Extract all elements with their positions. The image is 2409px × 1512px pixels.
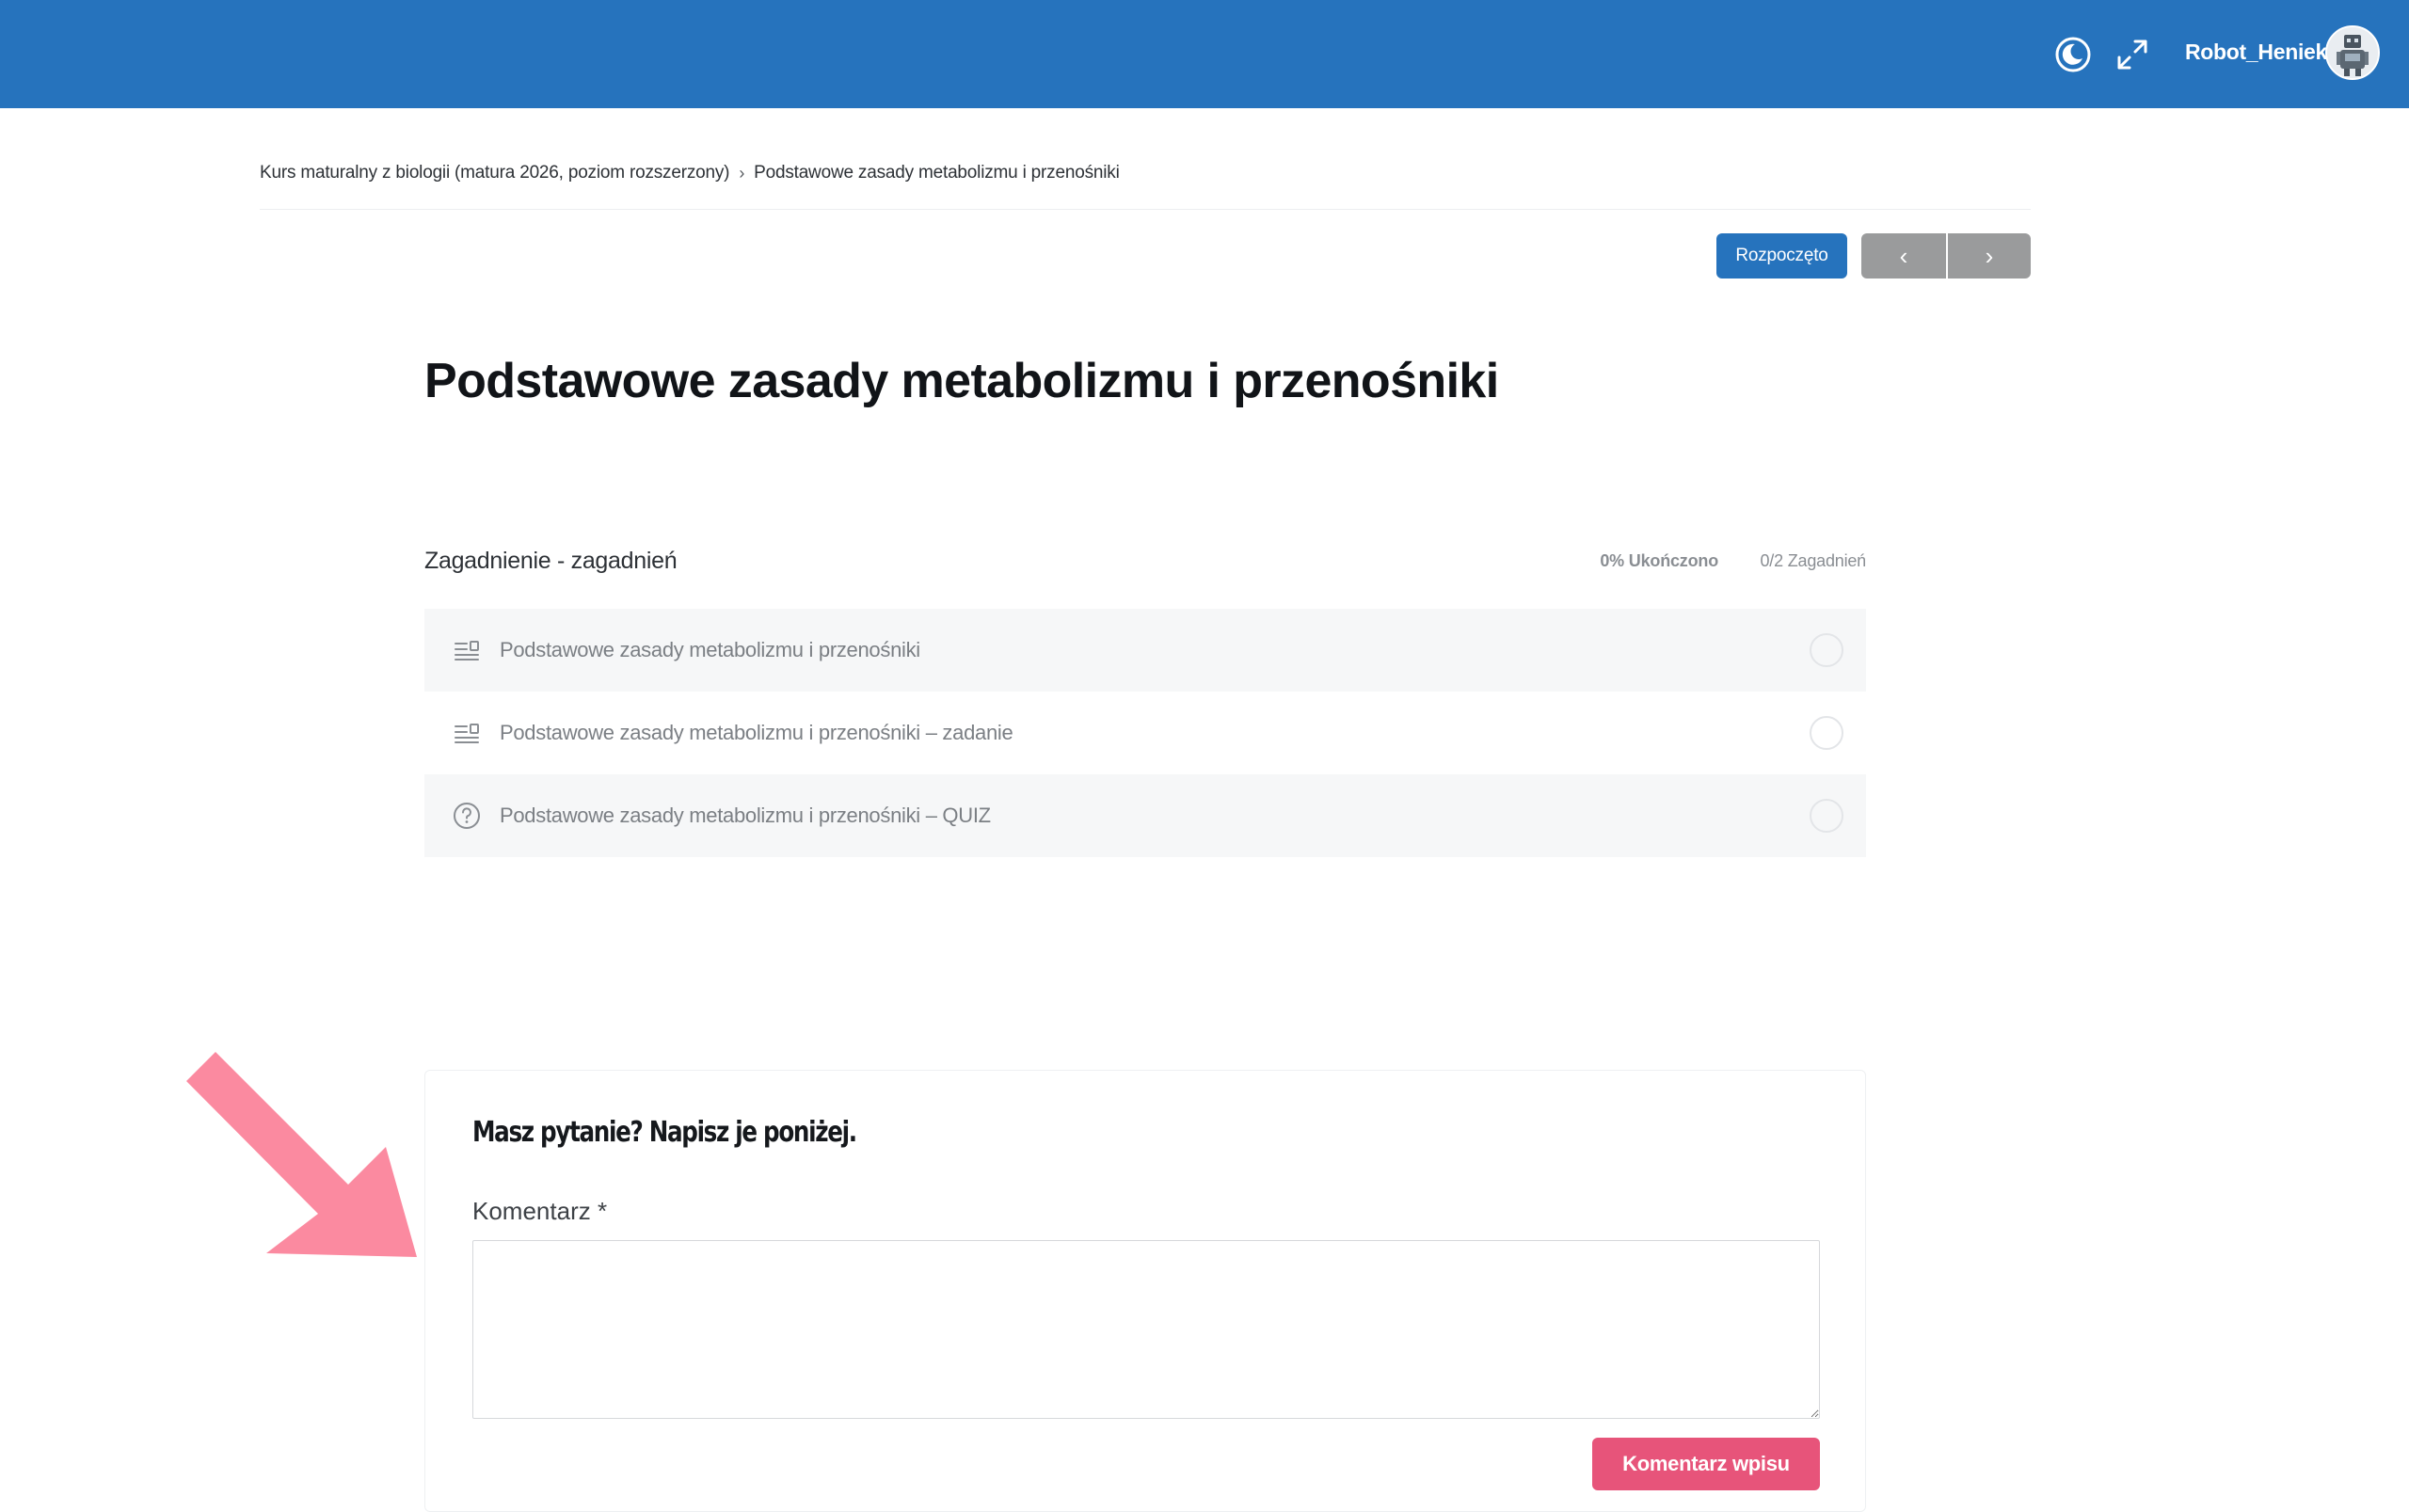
lesson-text-icon bbox=[453, 719, 481, 747]
comment-textarea[interactable] bbox=[472, 1240, 1820, 1419]
topic-item[interactable]: Podstawowe zasady metabolizmu i przenośn… bbox=[424, 774, 1866, 857]
topic-status-circle bbox=[1810, 716, 1843, 750]
fullscreen-button[interactable] bbox=[2111, 33, 2154, 76]
topic-item[interactable]: Podstawowe zasady metabolizmu i przenośn… bbox=[424, 692, 1866, 774]
breadcrumb-course-link[interactable]: Kurs maturalny z biologii (matura 2026, … bbox=[260, 163, 730, 183]
breadcrumb-current-lesson[interactable]: Podstawowe zasady metabolizmu i przenośn… bbox=[754, 163, 1120, 183]
breadcrumb-separator: › bbox=[739, 163, 745, 183]
breadcrumb-divider bbox=[260, 209, 2031, 210]
next-lesson-button[interactable]: › bbox=[1946, 233, 2031, 279]
status-started-button[interactable]: Rozpoczęto bbox=[1716, 233, 1847, 279]
lesson-navigation: ‹ › bbox=[1861, 233, 2031, 279]
quiz-question-icon bbox=[453, 802, 481, 830]
topic-label: Podstawowe zasady metabolizmu i przenośn… bbox=[500, 721, 1013, 744]
top-bar: Robot_Heniek bbox=[0, 0, 2409, 108]
dark-mode-toggle[interactable] bbox=[2051, 33, 2095, 76]
topics-header: Zagadnienie - zagadnień 0% Ukończono 0/2… bbox=[424, 544, 1866, 578]
breadcrumb: Kurs maturalny z biologii (matura 2026, … bbox=[260, 160, 1120, 186]
lesson-text-icon bbox=[453, 636, 481, 664]
robot-avatar-icon bbox=[2327, 27, 2378, 78]
pointer-arrow-graphic bbox=[186, 1052, 417, 1257]
comment-label: Komentarz * bbox=[472, 1197, 608, 1225]
topic-label: Podstawowe zasady metabolizmu i przenośn… bbox=[500, 638, 920, 661]
expand-icon bbox=[2117, 40, 2147, 70]
topic-list: Podstawowe zasady metabolizmu i przenośn… bbox=[424, 609, 1866, 857]
comment-heading: Masz pytanie? Napisz je poniżej. bbox=[472, 1116, 857, 1149]
previous-lesson-button[interactable]: ‹ bbox=[1861, 233, 1946, 279]
topics-count: 0/2 Zagadnień bbox=[1760, 551, 1867, 570]
moon-icon bbox=[2055, 37, 2091, 72]
topic-status-circle bbox=[1810, 799, 1843, 833]
page-title: Podstawowe zasady metabolizmu i przenośn… bbox=[424, 354, 1499, 408]
comment-form: Masz pytanie? Napisz je poniżej. Komenta… bbox=[424, 1070, 1866, 1512]
avatar[interactable] bbox=[2325, 25, 2380, 80]
topics-progress: 0% Ukończono bbox=[1600, 551, 1718, 570]
topics-heading: Zagadnienie - zagadnień bbox=[424, 548, 678, 574]
username[interactable]: Robot_Heniek bbox=[2185, 38, 2327, 66]
topic-label: Podstawowe zasady metabolizmu i przenośn… bbox=[500, 804, 991, 827]
topic-item[interactable]: Podstawowe zasady metabolizmu i przenośn… bbox=[424, 609, 1866, 692]
submit-comment-button[interactable]: Komentarz wpisu bbox=[1592, 1438, 1820, 1490]
topic-status-circle bbox=[1810, 633, 1843, 667]
